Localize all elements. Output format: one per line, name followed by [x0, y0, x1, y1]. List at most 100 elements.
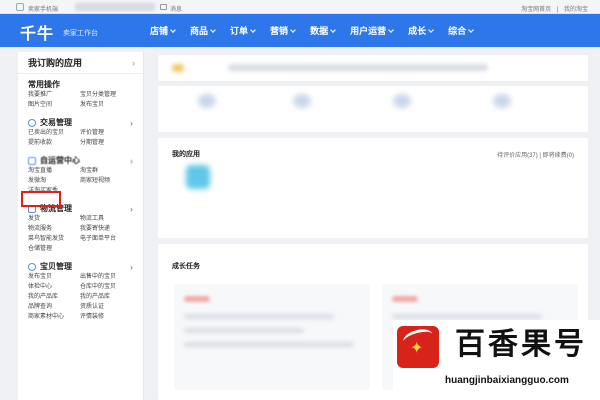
chevron-down-icon: [290, 26, 296, 33]
chevron-right-icon[interactable]: ›: [130, 156, 133, 166]
sidebar-item-brand-query[interactable]: 品牌查询: [28, 303, 80, 312]
sidebar-item-qualification[interactable]: 资质认证: [80, 303, 140, 312]
nav-label: 综合: [448, 26, 467, 36]
app-icon[interactable]: [186, 165, 210, 189]
section-title-text: 常用操作: [28, 80, 60, 89]
sidebar-item-material-center[interactable]: 商家素材中心: [28, 313, 80, 322]
main-header: 千牛 卖家工作台 店铺 商品 订单 营销 数据 用户运营 成长 综合: [0, 14, 600, 47]
shortcut-icon[interactable]: [493, 94, 511, 108]
brand-logo[interactable]: 千牛: [20, 20, 54, 44]
sidebar-item-taobao-group[interactable]: 淘宝群: [80, 167, 140, 176]
section-title-text: 宝贝管理: [40, 262, 72, 271]
chevron-down-icon: [170, 26, 176, 33]
blurred-task-text: [184, 328, 304, 333]
growth-tasks-title: 成长任务: [172, 263, 200, 270]
nav-shop[interactable]: 店铺: [150, 24, 176, 37]
taobao-home-link[interactable]: 淘宝网首页: [521, 7, 551, 13]
section-title-text: 自运营中心: [40, 156, 80, 165]
sidebar-item-promote[interactable]: 我要推广: [28, 91, 80, 100]
chevron-right-icon[interactable]: ›: [132, 58, 135, 68]
sidebar-item-taobao-live[interactable]: 淘宝直播: [28, 167, 80, 176]
top-right-links: 淘宝网首页 | 我的淘宝: [517, 4, 588, 13]
nav-label: 用户运营: [350, 26, 387, 36]
my-apps-card: 我的应用 待评价应用(37) | 即将续费(0): [158, 138, 588, 238]
nav-label: 商品: [190, 26, 209, 36]
sidebar-item-ship[interactable]: 发货: [28, 215, 80, 224]
chevron-down-icon: [330, 26, 336, 33]
section-title: 自运营中心 ›: [28, 154, 133, 167]
sidebar-item-category-manage[interactable]: 宝贝分类管理: [80, 91, 140, 100]
sidebar-item-logistics-tools[interactable]: 物流工具: [80, 215, 140, 224]
product-icon: [28, 262, 36, 271]
messages-link[interactable]: 消息: [170, 4, 182, 13]
my-apps-links[interactable]: 待评价应用(37) | 即将续费(0): [497, 150, 574, 159]
nav-user-ops[interactable]: 用户运营: [350, 24, 394, 37]
nav-label: 营销: [270, 26, 289, 36]
brand-subtitle: 卖家工作台: [63, 30, 98, 37]
task-card[interactable]: [174, 284, 370, 390]
sidebar-item-product-library-2[interactable]: 我的产品库: [80, 293, 140, 302]
message-icon[interactable]: [160, 4, 167, 10]
nav-orders[interactable]: 订单: [230, 24, 256, 37]
sidebar-item-publish-product[interactable]: 发布宝贝: [28, 273, 80, 282]
sidebar-item-early-payment[interactable]: 提前收款: [28, 139, 80, 148]
mobile-icon[interactable]: [16, 3, 24, 11]
main-nav: 店铺 商品 订单 营销 数据 用户运营 成长 综合: [150, 14, 488, 47]
section-title: 常用操作: [28, 78, 133, 91]
highlight-box: [21, 191, 61, 207]
chevron-right-icon[interactable]: ›: [130, 262, 133, 272]
sidebar-item-health-center[interactable]: 体检中心: [28, 283, 80, 292]
sidebar-item-warehouse[interactable]: 仓储管理: [28, 245, 80, 254]
trade-icon: [28, 118, 36, 127]
shortcut-card: [158, 86, 588, 132]
sidebar-item-image-space[interactable]: 图片空间: [28, 101, 80, 110]
shortcut-icon[interactable]: [198, 94, 216, 108]
task-tag: [392, 296, 418, 302]
nav-general[interactable]: 综合: [448, 24, 474, 37]
watermark-logo-icon: ✦: [397, 326, 439, 368]
nav-label: 数据: [310, 26, 329, 36]
nav-marketing[interactable]: 营销: [270, 24, 296, 37]
chevron-right-icon[interactable]: ›: [130, 204, 133, 214]
sidebar-item-logistics-service[interactable]: 物流服务: [28, 225, 80, 234]
sidebar-item-in-warehouse[interactable]: 仓库中的宝贝: [80, 283, 140, 292]
sidebar-item-installment[interactable]: 分期管理: [80, 139, 140, 148]
sidebar-item-reviews[interactable]: 评价管理: [80, 129, 140, 138]
sidebar-item-publish[interactable]: 发布宝贝: [80, 101, 140, 110]
nav-label: 店铺: [150, 26, 169, 36]
watermark-name: 百香果号: [455, 328, 587, 361]
section-title: 宝贝管理 ›: [28, 260, 133, 273]
sidebar-item-send-express[interactable]: 我要寄快递: [80, 225, 140, 234]
blurred-banner-text: [228, 64, 488, 71]
nav-data[interactable]: 数据: [310, 24, 336, 37]
sidebar-item-on-sale[interactable]: 出售中的宝贝: [80, 273, 140, 282]
seller-mobile-link[interactable]: 卖家手机端: [28, 4, 58, 13]
chevron-down-icon: [468, 26, 474, 33]
sidebar-item-decoration[interactable]: 评情装修: [80, 313, 140, 322]
shortcut-icon[interactable]: [293, 94, 311, 108]
sidebar-item-cainiao-ship[interactable]: 菜鸟智能发货: [28, 235, 80, 244]
chevron-right-icon[interactable]: ›: [130, 118, 133, 128]
sidebar-item-product-library[interactable]: 我的产品库: [28, 293, 80, 302]
blurred-task-text: [184, 314, 334, 319]
sidebar-header[interactable]: 我订购的应用 ›: [18, 52, 143, 74]
section-products: 宝贝管理 › 发布宝贝 出售中的宝贝 体检中心 仓库中的宝贝 我的产品库 我的产…: [18, 256, 143, 324]
chevron-down-icon: [388, 26, 394, 33]
sidebar: 我订购的应用 › 常用操作 我要推广 宝贝分类管理 图片空间 发布宝贝 交易管理…: [18, 52, 144, 400]
chevron-down-icon: [428, 26, 434, 33]
nav-products[interactable]: 商品: [190, 24, 216, 37]
blurred-task-text: [184, 342, 354, 347]
blurred-task-text: [392, 314, 542, 319]
my-taobao-link[interactable]: 我的淘宝: [564, 7, 588, 13]
link-divider: |: [556, 7, 559, 13]
sidebar-item-weitao[interactable]: 发微淘: [28, 177, 80, 186]
section-common-ops: 常用操作 我要推广 宝贝分类管理 图片空间 发布宝贝: [18, 74, 143, 112]
sidebar-item-e-waybill[interactable]: 电子面单平台: [80, 235, 140, 244]
nav-growth[interactable]: 成长: [408, 24, 434, 37]
sidebar-item-short-video[interactable]: 商家短视频: [80, 177, 140, 186]
section-trade: 交易管理 › 已卖出的宝贝 评价管理 提前收款 分期管理: [18, 112, 143, 150]
section-title-text: 交易管理: [40, 118, 72, 127]
sidebar-item-sold[interactable]: 已卖出的宝贝: [28, 129, 80, 138]
shortcut-icon[interactable]: [393, 94, 411, 108]
watermark-url: huangjinbaixiangguo.com: [445, 375, 569, 386]
